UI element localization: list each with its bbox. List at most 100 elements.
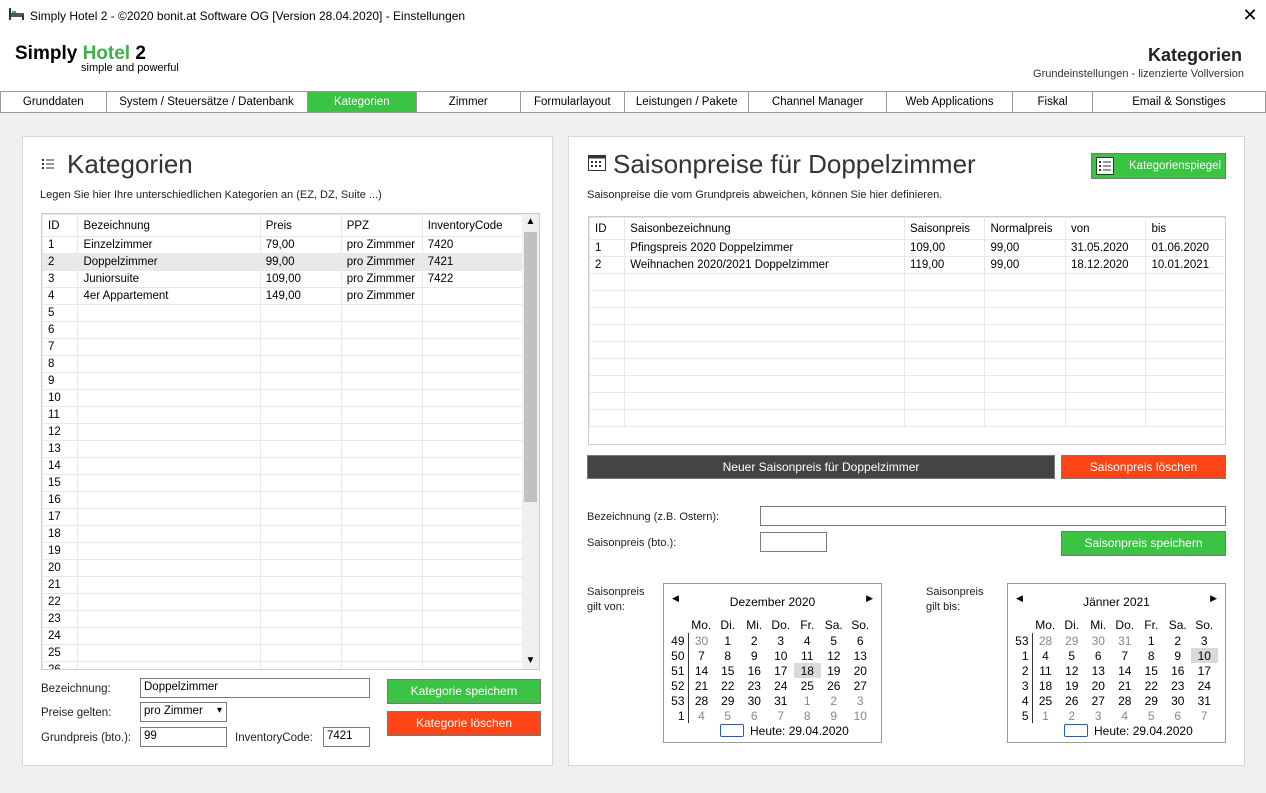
table-row[interactable]: 15 bbox=[42, 474, 525, 492]
calendar-day[interactable]: 23 bbox=[741, 678, 768, 693]
calendar-day[interactable]: 2 bbox=[741, 633, 768, 648]
calendar-day[interactable]: 7 bbox=[1112, 648, 1139, 663]
column-header[interactable]: Saisonbezeichnung bbox=[624, 217, 905, 240]
calendar-day[interactable]: 16 bbox=[741, 663, 768, 678]
calendar-day[interactable]: 13 bbox=[847, 648, 874, 663]
calendar-day[interactable]: 8 bbox=[715, 648, 742, 663]
tab-formularlayout[interactable]: Formularlayout bbox=[520, 91, 626, 113]
calendar-day[interactable]: 28 bbox=[1112, 693, 1139, 708]
table-row[interactable]: 14 bbox=[42, 457, 525, 475]
selected-day[interactable]: 10 bbox=[1191, 648, 1218, 663]
valid-to-calendar[interactable]: ◀ ▶ Jänner 2021 Mo. Di. Mi. Do. Fr. Sa. So. 53 28 29… bbox=[1007, 583, 1226, 743]
calendar-day[interactable]: 3 bbox=[847, 693, 874, 708]
column-header[interactable]: ID bbox=[42, 214, 79, 237]
calendar-day[interactable]: 9 bbox=[821, 708, 848, 723]
column-header[interactable]: Normalpreis bbox=[984, 217, 1066, 240]
calendar-month-title[interactable]: Dezember 2020 bbox=[664, 595, 881, 609]
close-icon[interactable]: ✕ bbox=[1240, 4, 1260, 26]
calendar-day[interactable]: 30 bbox=[741, 693, 768, 708]
calendar-day[interactable]: 23 bbox=[1165, 678, 1192, 693]
table-row[interactable]: 9 bbox=[42, 372, 525, 390]
table-row[interactable]: 13 bbox=[42, 440, 525, 458]
calendar-day[interactable]: 4 bbox=[688, 708, 715, 723]
calendar-day[interactable]: 4 bbox=[794, 633, 821, 648]
table-row[interactable] bbox=[589, 290, 1225, 308]
table-row[interactable]: 16 bbox=[42, 491, 525, 509]
calendar-day[interactable]: 25 bbox=[794, 678, 821, 693]
calendar-day[interactable]: 6 bbox=[741, 708, 768, 723]
calendar-day[interactable]: 9 bbox=[741, 648, 768, 663]
calendar-day[interactable]: 6 bbox=[1085, 648, 1112, 663]
calendar-day[interactable]: 5 bbox=[821, 633, 848, 648]
calendar-day[interactable]: 26 bbox=[821, 678, 848, 693]
table-row[interactable]: 1 Pfingspreis 2020 Doppelzimmer 109,00 99,0… bbox=[589, 239, 1225, 257]
calendar-day[interactable]: 11 bbox=[1032, 663, 1059, 678]
calendar-day[interactable]: 17 bbox=[1191, 663, 1218, 678]
table-row[interactable]: 22 bbox=[42, 593, 525, 611]
calendar-day[interactable]: 31 bbox=[1112, 633, 1139, 648]
calendar-day[interactable]: 9 bbox=[1165, 648, 1192, 663]
base-price-input[interactable]: 99 bbox=[140, 727, 227, 747]
table-row[interactable] bbox=[589, 358, 1225, 376]
calendar-day[interactable]: 30 bbox=[688, 633, 715, 648]
table-row[interactable]: 12 bbox=[42, 423, 525, 441]
calendar-day[interactable]: 4 bbox=[1112, 708, 1139, 723]
tab-channel-manager[interactable]: Channel Manager bbox=[749, 91, 887, 113]
calendar-day[interactable]: 31 bbox=[1191, 693, 1218, 708]
tab-kategorien[interactable]: Kategorien bbox=[307, 91, 418, 113]
delete-season-price-button[interactable]: Saisonpreis löschen bbox=[1061, 455, 1226, 479]
prices-apply-select[interactable]: pro Zimmer ▾ bbox=[140, 702, 227, 722]
column-header[interactable]: Saisonpreis bbox=[903, 217, 986, 240]
today-label[interactable]: Heute: 29.04.2020 bbox=[750, 724, 849, 738]
column-header[interactable]: bis bbox=[1145, 217, 1225, 240]
calendar-day[interactable]: 29 bbox=[1059, 633, 1086, 648]
calendar-day[interactable]: 12 bbox=[1059, 663, 1086, 678]
calendar-day[interactable]: 5 bbox=[1138, 708, 1165, 723]
column-header[interactable]: Bezeichnung bbox=[77, 214, 261, 237]
table-row[interactable]: 19 bbox=[42, 542, 525, 560]
today-marker[interactable] bbox=[720, 724, 744, 737]
calendar-day[interactable]: 2 bbox=[1165, 633, 1192, 648]
calendar-day[interactable]: 14 bbox=[1112, 663, 1139, 678]
calendar-day[interactable]: 19 bbox=[821, 663, 848, 678]
table-row[interactable]: 2 Weihnachen 2020/2021 Doppelzimmer 119,00… bbox=[589, 256, 1225, 274]
calendar-day[interactable]: 24 bbox=[1191, 678, 1218, 693]
table-row[interactable]: 23 bbox=[42, 610, 525, 628]
tab-web-applications[interactable]: Web Applications bbox=[886, 91, 1014, 113]
calendar-day[interactable]: 27 bbox=[847, 678, 874, 693]
today-marker[interactable] bbox=[1064, 724, 1088, 737]
vertical-scrollbar[interactable]: ▲ ▼ bbox=[522, 214, 539, 669]
calendar-day[interactable]: 25 bbox=[1032, 693, 1059, 708]
table-row[interactable]: 8 bbox=[42, 355, 525, 373]
table-row[interactable]: 26 bbox=[42, 661, 525, 669]
valid-from-calendar[interactable]: ◀ ▶ Dezember 2020 Mo. Di. Mi. Do. Fr. Sa. So. 49 30… bbox=[663, 583, 882, 743]
tab-leistungen-pakete[interactable]: Leistungen / Pakete bbox=[625, 91, 750, 113]
season-name-input[interactable] bbox=[760, 506, 1226, 526]
calendar-day[interactable]: 1 bbox=[1032, 708, 1059, 723]
table-row[interactable]: 3 Juniorsuite 109,00 pro Zimmmer 7422 bbox=[42, 270, 525, 288]
table-row[interactable] bbox=[589, 273, 1225, 291]
calendar-day[interactable]: 7 bbox=[768, 708, 795, 723]
tab-system-steuersätze-datenbank[interactable]: System / Steuersätze / Datenbank bbox=[106, 91, 308, 113]
table-row[interactable]: 6 bbox=[42, 321, 525, 339]
calendar-day[interactable]: 11 bbox=[794, 648, 821, 663]
scroll-down-icon[interactable]: ▼ bbox=[522, 655, 539, 669]
calendar-day[interactable]: 21 bbox=[688, 678, 715, 693]
table-row[interactable]: 11 bbox=[42, 406, 525, 424]
calendar-day[interactable]: 2 bbox=[821, 693, 848, 708]
table-row[interactable] bbox=[589, 375, 1225, 393]
category-overview-button[interactable]: Kategorienspiegel bbox=[1091, 153, 1226, 179]
scroll-up-icon[interactable]: ▲ bbox=[522, 216, 539, 230]
calendar-day[interactable]: 20 bbox=[1085, 678, 1112, 693]
calendar-day[interactable]: 7 bbox=[688, 648, 715, 663]
calendar-day[interactable]: 15 bbox=[1138, 663, 1165, 678]
table-row[interactable]: 10 bbox=[42, 389, 525, 407]
table-row[interactable] bbox=[589, 409, 1225, 427]
calendar-day[interactable]: 6 bbox=[847, 633, 874, 648]
inventory-code-input[interactable]: 7421 bbox=[323, 727, 370, 747]
today-label[interactable]: Heute: 29.04.2020 bbox=[1094, 724, 1193, 738]
column-header[interactable]: PPZ bbox=[340, 214, 423, 237]
calendar-day[interactable]: 19 bbox=[1059, 678, 1086, 693]
calendar-day[interactable]: 26 bbox=[1059, 693, 1086, 708]
calendar-day[interactable]: 6 bbox=[1165, 708, 1192, 723]
